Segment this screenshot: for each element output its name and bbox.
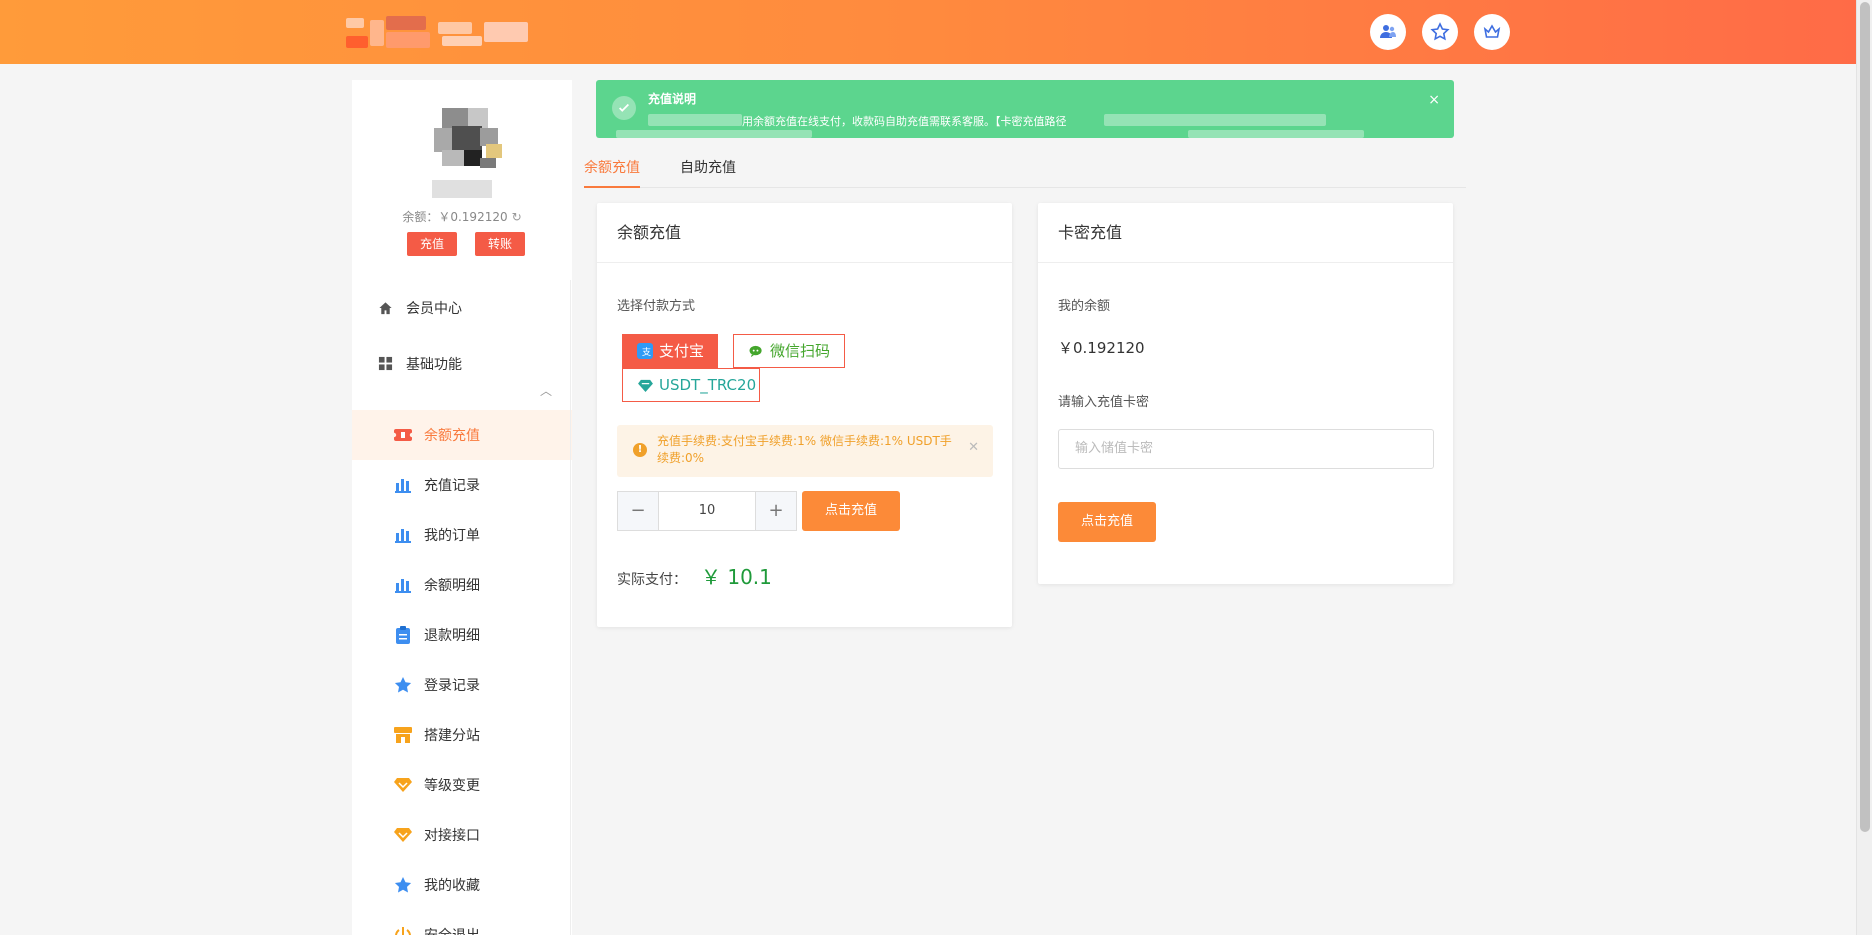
star-icon xyxy=(394,876,412,894)
user-group-icon[interactable] xyxy=(1370,14,1406,50)
sidebar-item-logout[interactable]: 安全退出 xyxy=(352,910,572,935)
sidebar-item-refund-details[interactable]: 退款明细 xyxy=(352,610,572,660)
balance-display: 余额：￥0.192120 ↻ xyxy=(352,208,572,225)
balance-value: ￥0.192120 xyxy=(438,210,508,224)
decrement-button[interactable]: − xyxy=(618,492,658,530)
sidebar-item-label: 搭建分站 xyxy=(424,728,480,744)
ticket-icon xyxy=(394,426,412,444)
sidebar: 余额：￥0.192120 ↻ 充值 转账 会员中心 基础功能 ︿ 余额充值 充值… xyxy=(352,80,572,935)
sidebar-item-label: 等级变更 xyxy=(424,778,480,794)
pay-wechat-button[interactable]: 微信扫码 xyxy=(733,334,845,368)
power-icon xyxy=(394,926,412,935)
sidebar-item-label: 充值记录 xyxy=(424,478,480,494)
chevron-up-icon[interactable]: ︿ xyxy=(540,382,552,399)
shop-icon xyxy=(394,726,412,744)
balance-recharge-card: 余额充值 选择付款方式 支 支付宝 微信扫码 USDT_TRC20 ! 充值手续… xyxy=(597,203,1012,627)
star-icon xyxy=(394,676,412,694)
fee-notice: ! 充值手续费:支付宝手续费:1% 微信手续费:1% USDT手续费:0% ✕ xyxy=(617,425,993,477)
usdt-diamond-icon xyxy=(637,377,653,393)
username-blurred xyxy=(432,180,492,198)
sidebar-item-label: 安全退出 xyxy=(424,925,480,935)
sidebar-item-basic-functions[interactable]: 基础功能 ︿ xyxy=(352,336,572,410)
card-key-input-label: 请输入充值卡密 xyxy=(1058,395,1150,410)
sidebar-item-recharge-records[interactable]: 充值记录 xyxy=(352,460,572,510)
diamond-icon xyxy=(394,776,412,794)
svg-text:支: 支 xyxy=(641,346,650,357)
balance-label: 余额： xyxy=(402,210,439,224)
alert-text: 用余额充值在线支付，收款码自助充值需联系客服。【卡密充值路径 xyxy=(742,115,1067,128)
actual-pay-label: 实际支付： xyxy=(617,572,687,588)
page-scrollbar[interactable] xyxy=(1856,0,1872,935)
tab-balance-recharge[interactable]: 余额充值 xyxy=(584,158,640,188)
avatar[interactable] xyxy=(430,104,506,180)
sidebar-item-label: 我的收藏 xyxy=(424,878,480,894)
scrollbar-thumb[interactable] xyxy=(1860,2,1870,832)
alert-title: 充值说明 xyxy=(648,92,697,106)
wechat-icon xyxy=(748,343,764,359)
sidebar-item-label: 会员中心 xyxy=(406,301,462,317)
recharge-tabs: 余额充值 自助充值 xyxy=(584,152,1466,188)
sidebar-item-label: 登录记录 xyxy=(424,678,480,694)
recharge-notice-alert: 充值说明 用余额充值在线支付，收款码自助充值需联系客服。【卡密充值路径 × xyxy=(596,80,1454,138)
check-circle-icon xyxy=(612,96,636,120)
sidebar-item-build-substation[interactable]: 搭建分站 xyxy=(352,710,572,760)
increment-button[interactable]: + xyxy=(756,492,796,530)
refresh-icon[interactable]: ↻ xyxy=(512,210,522,224)
card-title: 余额充值 xyxy=(597,203,1012,263)
actual-pay-value: ￥ 10.1 xyxy=(701,565,772,589)
card-key-recharge-card: 卡密充值 我的余额 ￥0.192120 请输入充值卡密 输入储值卡密 点击充值 xyxy=(1038,203,1453,584)
sidebar-item-balance-recharge[interactable]: 余额充值 xyxy=(352,410,572,460)
balance-recharge-submit-button[interactable]: 点击充值 xyxy=(802,491,900,531)
sidebar-item-label: 对接接口 xyxy=(424,828,480,844)
sidebar-item-member-center[interactable]: 会员中心 xyxy=(352,280,572,336)
sidebar-menu: 会员中心 基础功能 ︿ 余额充值 充值记录 我的订单 余额明细 退款明细 登录记… xyxy=(352,280,572,935)
fee-close-icon[interactable]: ✕ xyxy=(968,439,979,456)
home-icon xyxy=(376,299,394,317)
tab-self-recharge[interactable]: 自助充值 xyxy=(680,158,736,188)
sidebar-item-level-change[interactable]: 等级变更 xyxy=(352,760,572,810)
sidebar-item-my-favorites[interactable]: 我的收藏 xyxy=(352,860,572,910)
warning-icon: ! xyxy=(633,443,647,457)
quantity-input[interactable]: 10 xyxy=(658,492,756,530)
bar-chart-icon xyxy=(394,526,412,544)
my-balance-label: 我的余额 xyxy=(1058,299,1111,314)
bar-chart-icon xyxy=(394,576,412,594)
recharge-button[interactable]: 充值 xyxy=(407,232,458,256)
profile-panel: 余额：￥0.192120 ↻ 充值 转账 xyxy=(352,80,572,280)
sidebar-item-label: 我的订单 xyxy=(424,528,480,544)
sidebar-item-label: 余额充值 xyxy=(424,428,480,444)
diamond-icon xyxy=(394,826,412,844)
fee-text: 充值手续费:支付宝手续费:1% 微信手续费:1% USDT手续费:0% xyxy=(657,434,952,465)
site-logo[interactable] xyxy=(346,14,566,50)
grid-icon xyxy=(376,354,394,372)
pay-alipay-button[interactable]: 支 支付宝 xyxy=(622,334,718,368)
clipboard-icon xyxy=(394,626,412,644)
pay-usdt-button[interactable]: USDT_TRC20 xyxy=(622,368,760,402)
sidebar-item-api-docking[interactable]: 对接接口 xyxy=(352,810,572,860)
sidebar-item-login-records[interactable]: 登录记录 xyxy=(352,660,572,710)
my-balance-value: ￥0.192120 xyxy=(1058,339,1145,357)
transfer-button[interactable]: 转账 xyxy=(475,232,526,256)
sidebar-item-my-orders[interactable]: 我的订单 xyxy=(352,510,572,560)
card-key-input[interactable]: 输入储值卡密 xyxy=(1058,429,1434,469)
card-title: 卡密充值 xyxy=(1038,203,1453,263)
sidebar-item-label: 基础功能 xyxy=(406,357,462,373)
alipay-icon: 支 xyxy=(637,343,653,359)
quantity-stepper: − 10 + xyxy=(617,491,797,531)
alert-close-button[interactable]: × xyxy=(1428,92,1440,108)
top-header xyxy=(0,0,1856,64)
sidebar-item-label: 退款明细 xyxy=(424,628,480,644)
card-recharge-submit-button[interactable]: 点击充值 xyxy=(1058,502,1156,542)
sidebar-item-label: 余额明细 xyxy=(424,578,480,594)
crown-icon[interactable] xyxy=(1474,14,1510,50)
bar-chart-icon xyxy=(394,476,412,494)
sidebar-item-balance-details[interactable]: 余额明细 xyxy=(352,560,572,610)
star-icon[interactable] xyxy=(1422,14,1458,50)
pay-method-label: 选择付款方式 xyxy=(617,299,696,314)
